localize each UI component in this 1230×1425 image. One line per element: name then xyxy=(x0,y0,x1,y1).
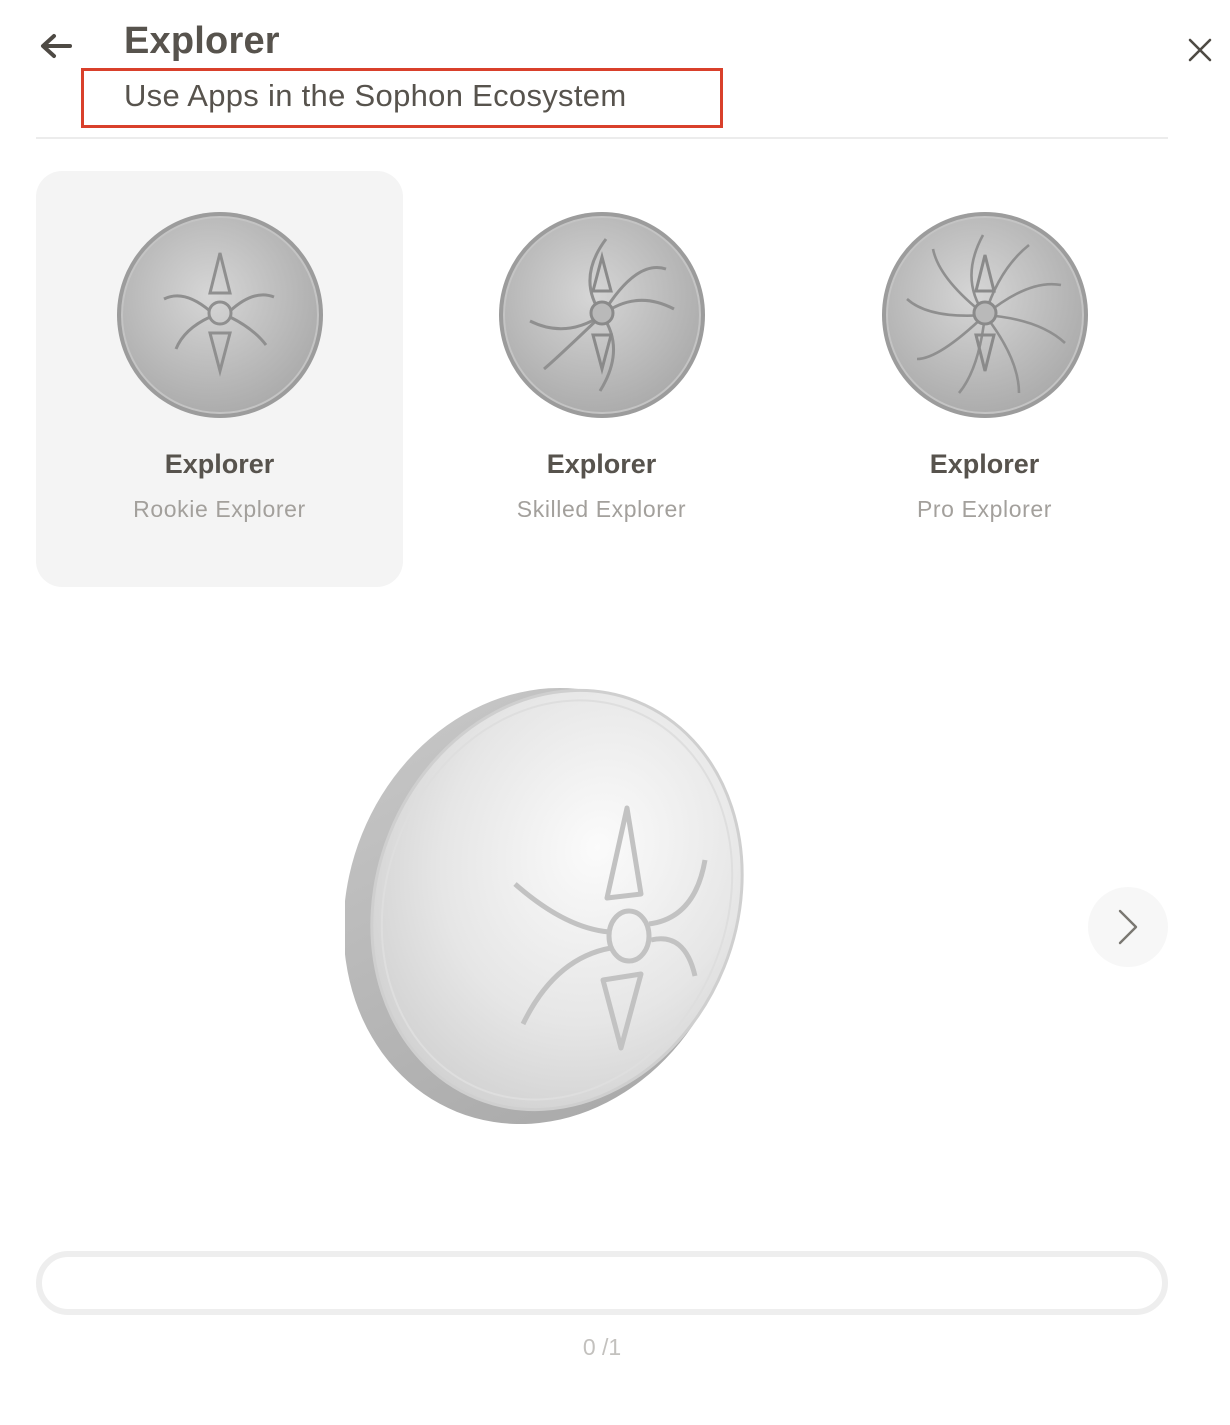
arrow-left-icon xyxy=(41,34,72,58)
next-button[interactable] xyxy=(1088,887,1168,967)
rookie-medal-3d-icon xyxy=(345,687,744,1125)
pro-medal-icon xyxy=(881,212,1088,418)
back-button[interactable] xyxy=(36,26,76,66)
badge-card-pro[interactable]: Explorer Pro Explorer xyxy=(801,171,1168,587)
badge-level: Rookie Explorer xyxy=(133,496,306,522)
badge-level: Pro Explorer xyxy=(916,496,1053,522)
badge-title: Explorer xyxy=(546,449,657,479)
page-subtitle: Use Apps in the Sophon Ecosystem xyxy=(124,78,627,113)
badge-card-skilled[interactable]: Explorer Skilled Explorer xyxy=(418,171,785,587)
badge-level: Skilled Explorer xyxy=(516,496,687,522)
header-divider xyxy=(36,137,1168,139)
chevron-right-icon xyxy=(1118,909,1138,945)
badge-title: Explorer xyxy=(929,449,1040,479)
close-icon xyxy=(1188,38,1212,62)
badge-detail-page: Explorer Use Apps in the Sophon Ecosyste… xyxy=(0,0,1230,1425)
page-title: Explorer xyxy=(124,20,280,62)
rookie-medal-icon xyxy=(116,212,323,418)
progress-count: 0 /1 xyxy=(582,1334,622,1360)
badge-title: Explorer xyxy=(164,449,275,479)
progress-bar xyxy=(36,1251,1168,1315)
badge-card-rookie[interactable]: Explorer Rookie Explorer xyxy=(36,171,403,587)
skilled-medal-icon xyxy=(498,212,705,418)
close-button[interactable] xyxy=(1180,30,1220,70)
